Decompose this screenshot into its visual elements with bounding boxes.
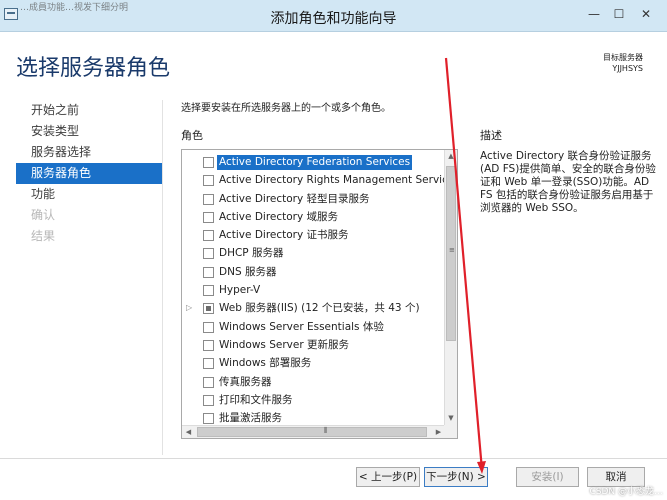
scroll-corner	[444, 425, 457, 438]
title-bar: …成員功能…视发下细分明 添加角色和功能向导 — ☐ ✕	[0, 0, 667, 32]
grip-icon: ⦀	[324, 426, 328, 435]
role-checkbox[interactable]	[203, 376, 214, 388]
role-row[interactable]: DNS 服务器	[182, 263, 446, 281]
role-label: DHCP 服务器	[219, 247, 284, 260]
role-row[interactable]: Active Directory Federation Services	[182, 153, 446, 171]
watermark: CSDN @小恐龙…	[589, 487, 663, 497]
maximize-icon[interactable]: ☐	[609, 5, 629, 23]
scroll-left-icon[interactable]: ◀	[182, 426, 195, 438]
nav-item-installation-type[interactable]: 安装类型	[16, 121, 162, 142]
role-row[interactable]: Windows Server 更新服务	[182, 336, 446, 354]
role-checkbox[interactable]	[203, 321, 214, 333]
role-label: Active Directory 域服务	[219, 210, 339, 223]
role-checkbox[interactable]	[203, 303, 214, 315]
role-label: Windows Server 更新服务	[219, 338, 349, 351]
destination-label: 目标服务器	[603, 53, 643, 62]
role-checkbox[interactable]	[203, 211, 214, 223]
nav-item-before-you-begin[interactable]: 开始之前	[16, 100, 162, 121]
nav-item-server-roles[interactable]: 服务器角色	[16, 163, 162, 184]
role-checkbox[interactable]	[203, 175, 214, 187]
role-label: DNS 服务器	[219, 265, 277, 278]
expand-arrow-icon[interactable]: ▷	[186, 299, 192, 317]
wizard-nav: 开始之前 安装类型 服务器选择 服务器角色 功能 确认 结果	[16, 100, 162, 247]
role-row[interactable]: DHCP 服务器	[182, 244, 446, 262]
role-label: Active Directory Federation Services	[217, 155, 413, 170]
description-text: Active Directory 联合身份验证服务(AD FS)提供简单、安全的…	[480, 150, 656, 214]
role-row[interactable]: Windows 部署服务	[182, 354, 446, 372]
previous-button[interactable]: < 上一步(P)	[356, 467, 420, 487]
role-label: Active Directory Rights Management Servi…	[219, 174, 458, 187]
horizontal-scroll-thumb[interactable]: ⦀	[197, 426, 427, 437]
vertical-scroll-thumb[interactable]: ≡	[446, 166, 456, 341]
role-row[interactable]: Active Directory Rights Management Servi…	[182, 171, 457, 189]
role-row[interactable]: ▷ Web 服务器(IIS) (12 个已安装，共 43 个)	[182, 299, 446, 317]
nav-item-results: 结果	[31, 229, 56, 243]
vertical-scrollbar[interactable]: ▲ ≡ ▼	[444, 150, 457, 425]
role-checkbox[interactable]	[203, 157, 214, 168]
role-checkbox[interactable]	[203, 266, 214, 278]
role-label: Windows Server Essentials 体验	[219, 320, 384, 333]
role-checkbox[interactable]	[203, 248, 214, 260]
destination-server: 目标服务器 YJJHSYS	[603, 52, 643, 74]
role-checkbox[interactable]	[203, 230, 214, 242]
role-label: Windows 部署服务	[219, 357, 312, 370]
role-label: Web 服务器(IIS) (12 个已安装，共 43 个)	[219, 302, 420, 315]
role-row[interactable]: Active Directory 轻型目录服务	[182, 190, 446, 208]
roles-list[interactable]: Active Directory Federation Services Acti…	[181, 149, 458, 439]
role-checkbox[interactable]	[203, 413, 214, 425]
window-title: 添加角色和功能向导	[270, 11, 397, 27]
page-title: 选择服务器角色	[16, 56, 171, 81]
grip-icon: ≡	[449, 246, 455, 254]
nav-item-features[interactable]: 功能	[16, 184, 162, 205]
role-checkbox[interactable]	[203, 193, 214, 205]
role-label: Active Directory 证书服务	[219, 229, 349, 242]
description-header: 描述	[480, 129, 502, 142]
roles-header: 角色	[181, 129, 203, 142]
roles-rows: Active Directory Federation Services Acti…	[182, 153, 457, 427]
nav-item-confirmation: 确认	[31, 208, 56, 222]
footer-divider	[0, 458, 667, 459]
role-label: 传真服务器	[219, 375, 272, 388]
role-checkbox[interactable]	[203, 285, 214, 297]
role-label: Active Directory 轻型目录服务	[219, 192, 370, 205]
horizontal-scrollbar[interactable]: ◀ ⦀ ▶	[182, 425, 445, 438]
minimize-icon[interactable]: —	[584, 5, 604, 23]
nav-item-server-selection[interactable]: 服务器选择	[16, 142, 162, 163]
intro-text: 选择要安装在所选服务器上的一个或多个角色。	[181, 103, 391, 114]
role-label: Hyper-V	[219, 284, 261, 297]
scroll-up-icon[interactable]: ▲	[445, 150, 457, 163]
role-checkbox[interactable]	[203, 394, 214, 406]
role-label: 打印和文件服务	[219, 393, 293, 406]
close-icon[interactable]: ✕	[636, 5, 656, 23]
destination-value: YJJHSYS	[612, 64, 643, 73]
nav-divider	[162, 100, 163, 455]
role-row[interactable]: 打印和文件服务	[182, 391, 446, 409]
role-row[interactable]: Windows Server Essentials 体验	[182, 318, 446, 336]
role-row[interactable]: 传真服务器	[182, 373, 446, 391]
role-row[interactable]: Active Directory 证书服务	[182, 226, 446, 244]
role-row[interactable]: Hyper-V	[182, 281, 446, 299]
install-button: 安装(I)	[516, 467, 579, 487]
role-checkbox[interactable]	[203, 358, 214, 370]
next-button[interactable]: 下一步(N) >	[424, 467, 488, 487]
role-checkbox[interactable]	[203, 339, 214, 351]
role-row[interactable]: Active Directory 域服务	[182, 208, 446, 226]
scroll-down-icon[interactable]: ▼	[445, 412, 457, 425]
